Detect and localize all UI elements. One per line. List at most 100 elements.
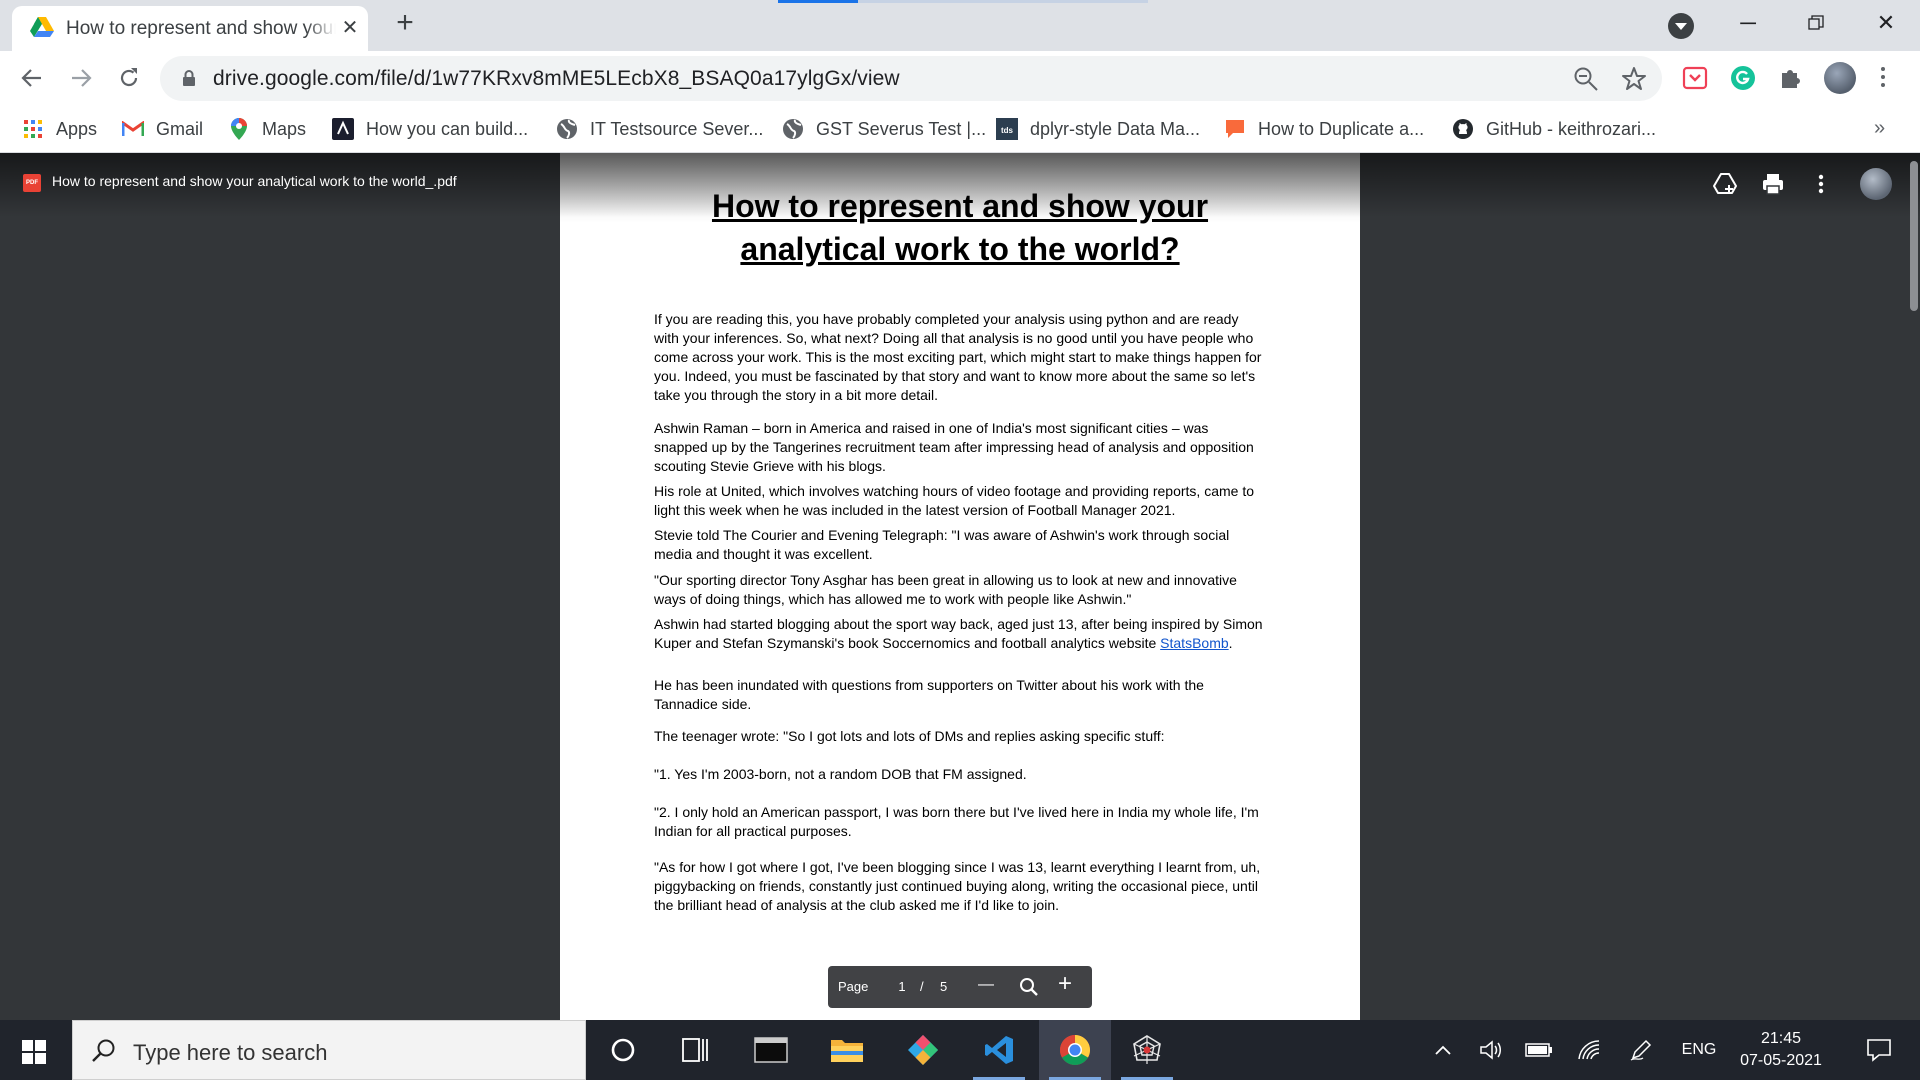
bookmark-how-you-can-build[interactable]: How you can build...: [332, 114, 528, 144]
globe-icon: [556, 118, 578, 140]
bookmark-maps[interactable]: Maps: [228, 114, 306, 144]
bookmark-label: How to Duplicate a...: [1258, 118, 1425, 139]
reload-icon: [120, 68, 138, 87]
new-tab-button[interactable]: +: [390, 8, 420, 38]
github-icon: [1452, 118, 1474, 140]
browser-tab[interactable]: How to represent and show your analytica…: [12, 6, 368, 51]
zoom-out-button[interactable]: —: [978, 976, 994, 994]
tab-strip: How to represent and show your analytica…: [0, 0, 1920, 51]
battery-icon[interactable]: [1524, 1020, 1554, 1080]
more-options-icon[interactable]: [1808, 171, 1834, 197]
page-separator: /: [920, 979, 924, 994]
tab-search-icon[interactable]: [1668, 13, 1694, 39]
taskbar-app-file-explorer[interactable]: [811, 1020, 883, 1080]
taskbar-app-chrome[interactable]: [1039, 1020, 1111, 1080]
zoom-in-button[interactable]: +: [1058, 970, 1072, 998]
pocket-extension-icon[interactable]: [1681, 64, 1709, 92]
bookmark-label: IT Testsource Sever...: [590, 118, 764, 139]
close-window-button[interactable]: ✕: [1866, 8, 1906, 38]
viewer-file-name: How to represent and show your analytica…: [52, 173, 457, 189]
system-clock[interactable]: 21:45 07-05-2021: [1716, 1028, 1846, 1072]
task-view-icon: [682, 1038, 708, 1062]
bookmark-gmail[interactable]: Gmail: [122, 114, 203, 144]
paragraph: His role at United, which involves watch…: [654, 483, 1254, 518]
taskbar-app-colorful[interactable]: [887, 1020, 959, 1080]
bookmark-label: dplyr-style Data Ma...: [1030, 118, 1201, 139]
minimize-button[interactable]: ─: [1728, 8, 1768, 38]
current-page-input[interactable]: 1: [888, 979, 916, 994]
bookmarks-overflow-icon[interactable]: »: [1874, 117, 1885, 140]
clock-date: 07-05-2021: [1740, 1052, 1822, 1069]
url-text[interactable]: drive.google.com/file/d/1w77KRxv8mME5LEc…: [213, 67, 900, 91]
tab-title: How to represent and show your analytica…: [66, 18, 336, 40]
bookmark-apps[interactable]: Apps: [22, 114, 97, 144]
tab-close-icon[interactable]: ✕: [338, 16, 362, 40]
search-placeholder: Type here to search: [133, 1040, 328, 1065]
paragraph: If you are reading this, you have probab…: [654, 311, 1262, 403]
bookmark-label: GitHub - keithrozari...: [1486, 118, 1657, 139]
viewer-scrollbar[interactable]: [1908, 153, 1920, 1020]
bookmark-label: Apps: [56, 118, 98, 139]
taskbar-search-box[interactable]: Type here to search: [72, 1020, 586, 1080]
wifi-icon[interactable]: [1574, 1020, 1604, 1080]
statsbomb-link[interactable]: StatsBomb: [1160, 635, 1228, 651]
scrollbar-thumb[interactable]: [1910, 161, 1918, 311]
maps-icon: [228, 118, 250, 140]
chrome-icon: [1059, 1035, 1091, 1066]
diamond-app-icon: [908, 1035, 938, 1065]
account-avatar[interactable]: [1860, 168, 1892, 200]
back-arrow-icon: [21, 69, 41, 87]
dark-logo-icon: [332, 118, 354, 140]
taskbar-app-terminal[interactable]: [735, 1020, 807, 1080]
taskbar-app-spider[interactable]: [1111, 1020, 1183, 1080]
pdf-file-icon: PDF: [23, 174, 41, 192]
add-to-drive-icon[interactable]: [1712, 171, 1738, 197]
paragraph: "As for how I got where I got, I've been…: [654, 859, 1261, 913]
bookmark-it-testsource[interactable]: IT Testsource Sever...: [556, 114, 763, 144]
tds-icon: tds: [996, 118, 1018, 140]
grammarly-icon[interactable]: [1729, 64, 1757, 92]
clock-time: 21:45: [1760, 1030, 1802, 1047]
bookmark-how-to-duplicate[interactable]: How to Duplicate a...: [1224, 114, 1424, 144]
show-hidden-icons-chevron-icon[interactable]: [1428, 1020, 1458, 1080]
task-view-button[interactable]: [659, 1020, 731, 1080]
paragraph: Ashwin had started blogging about the sp…: [654, 615, 1264, 653]
volume-icon[interactable]: [1476, 1020, 1506, 1080]
bookmark-github[interactable]: GitHub - keithrozari...: [1452, 114, 1656, 144]
bookmark-gst-severus[interactable]: GST Severus Test |...: [782, 114, 986, 144]
page-navigator: Page 1 / 5 — +: [828, 966, 1092, 1008]
reload-button[interactable]: [112, 61, 146, 95]
svg-text:tds: tds: [1001, 126, 1014, 135]
print-icon[interactable]: [1760, 171, 1786, 197]
back-button[interactable]: [15, 61, 49, 95]
address-bar[interactable]: drive.google.com/file/d/1w77KRxv8mME5LEc…: [160, 56, 1662, 101]
forward-arrow-icon: [72, 69, 92, 87]
paragraph: "Our sporting director Tony Asghar has b…: [654, 572, 1237, 607]
restore-button[interactable]: [1796, 8, 1836, 38]
zoom-magnifier-icon[interactable]: [1018, 976, 1040, 998]
extensions-puzzle-icon[interactable]: [1777, 64, 1805, 92]
total-pages: 5: [940, 979, 948, 994]
search-icon: [92, 1039, 115, 1062]
browser-toolbar: drive.google.com/file/d/1w77KRxv8mME5LEc…: [0, 51, 1920, 105]
pdf-page: How to represent and show your analytica…: [560, 153, 1360, 1020]
chrome-menu-icon[interactable]: [1878, 63, 1888, 93]
globe-icon: [782, 118, 804, 140]
loading-indicator: [778, 0, 858, 3]
pdf-viewer: How to represent and show your analytica…: [0, 153, 1920, 1020]
bookmark-star-icon[interactable]: [1620, 65, 1648, 93]
windows-start-icon[interactable]: [22, 1040, 46, 1064]
profile-avatar[interactable]: [1824, 62, 1856, 94]
forward-button[interactable]: [64, 61, 98, 95]
taskbar-app-vscode[interactable]: [963, 1020, 1035, 1080]
folder-icon: [831, 1040, 863, 1062]
terminal-icon: [754, 1037, 788, 1063]
notification-center-icon[interactable]: [1854, 1020, 1904, 1080]
lock-icon: [183, 70, 195, 86]
bookmark-label: Gmail: [156, 118, 204, 139]
cortana-button[interactable]: [587, 1020, 659, 1080]
zoom-icon[interactable]: [1572, 65, 1600, 93]
document-title-line2: analytical work to the world?: [740, 231, 1180, 267]
bookmark-dplyr[interactable]: tds dplyr-style Data Ma...: [996, 114, 1200, 144]
pen-workspace-icon[interactable]: [1626, 1020, 1656, 1080]
